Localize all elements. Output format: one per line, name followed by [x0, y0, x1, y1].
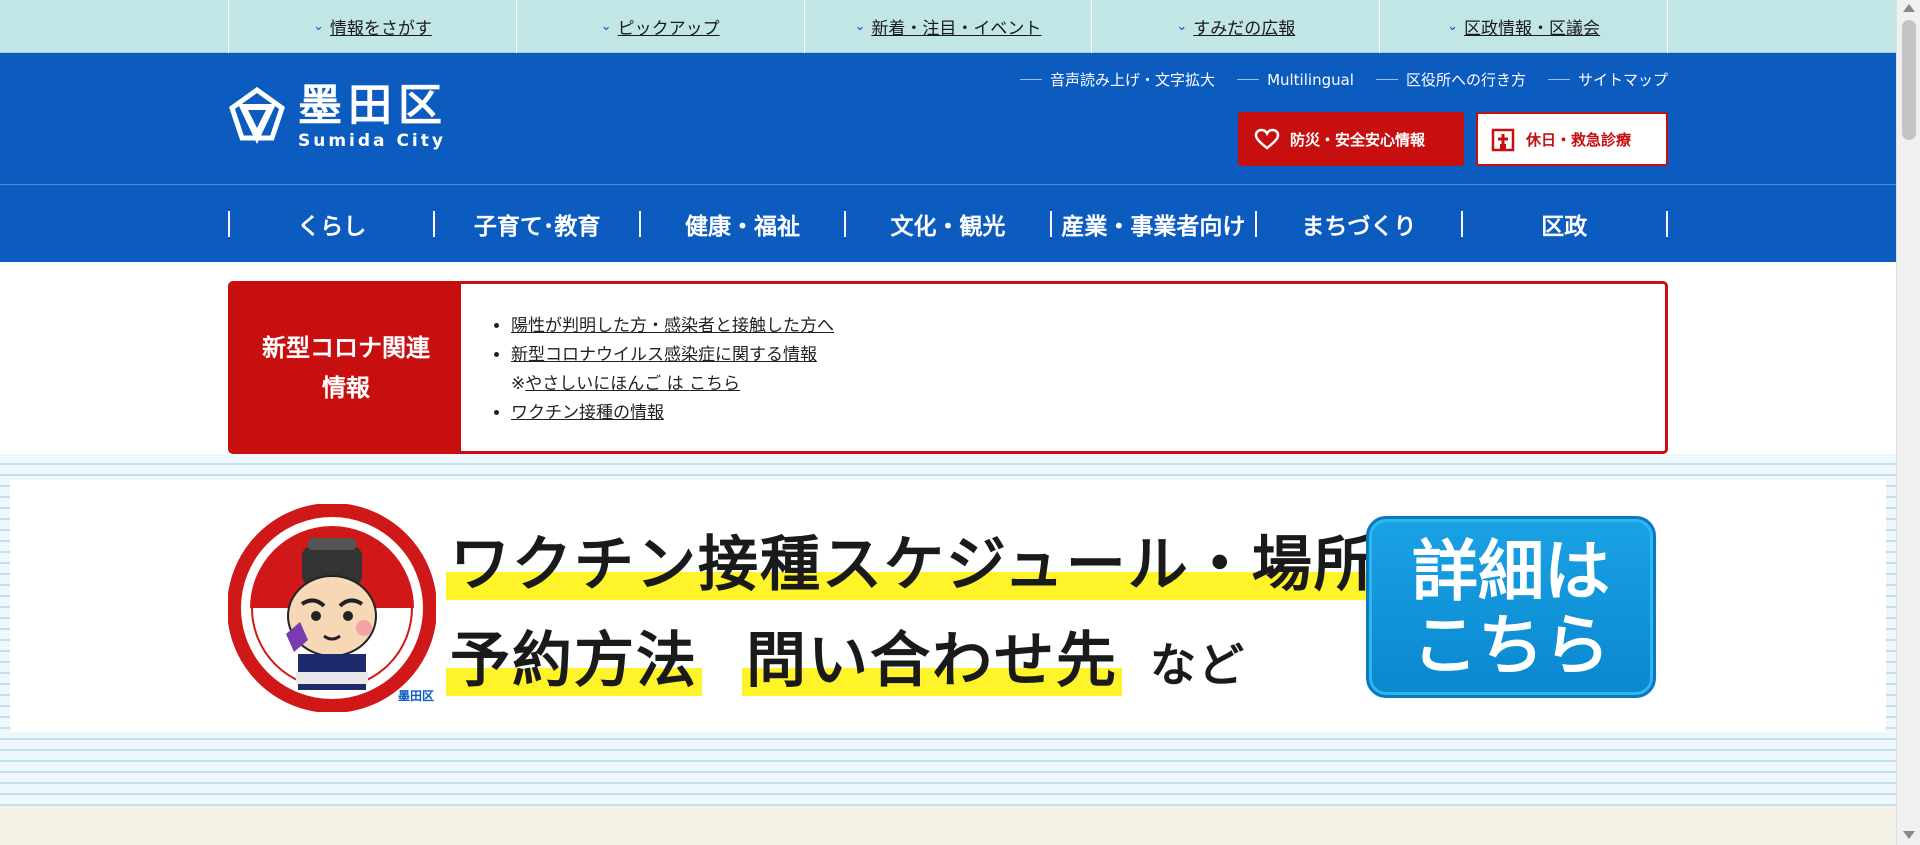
topnav-label[interactable]: ピックアップ [618, 14, 720, 39]
gnav-item-ward-government[interactable]: 区政 [1460, 211, 1668, 240]
gnav-item-living[interactable]: くらし [228, 211, 433, 240]
banner-line1-text: ワクチン接種スケジュール・場所 [446, 530, 1380, 600]
gnav-item-health-welfare[interactable]: 健康・福祉 [638, 211, 844, 240]
gnav-item-town-planning[interactable]: まちづくり [1255, 211, 1460, 240]
link-directions[interactable]: 区役所への行き方 [1375, 69, 1526, 90]
gnav-item-childcare-education[interactable]: 子育て･教育 [433, 211, 638, 240]
global-nav-list: くらし 子育て･教育 健康・福祉 文化・観光 産業・事業者向け まちづくり 区政 [228, 185, 1668, 263]
scroll-thumb[interactable] [1902, 20, 1916, 140]
covid-link-infection-info[interactable]: 新型コロナウイルス感染症に関する情報 [511, 345, 817, 365]
chevron-down-icon: ⌄ [1176, 19, 1188, 34]
logo-english: Sumida City [298, 131, 446, 151]
covid-link-vaccine-info[interactable]: ワクチン接種の情報 [511, 403, 664, 423]
covid-heading-line1: 新型コロナ関連 [262, 333, 430, 362]
logo-text: 墨田区 Sumida City [298, 80, 448, 152]
page-scrollbar[interactable] [1896, 0, 1920, 845]
heart-icon [1254, 128, 1280, 150]
link-label[interactable]: Multilingual [1267, 71, 1354, 89]
content-background-band [0, 806, 1896, 845]
chevron-down-icon: ⌄ [854, 19, 866, 34]
details-button[interactable]: 詳細は こちら [1366, 516, 1656, 698]
dash-divider [1547, 79, 1570, 80]
covid-link-list: 陽性が判明した方・感染者と接触した方へ 新型コロナウイルス感染症に関する情報 ※や… [461, 284, 834, 451]
site-logo[interactable]: 墨田区 Sumida City [228, 83, 448, 151]
link-sitemap[interactable]: サイトマップ [1547, 69, 1668, 90]
dash-divider [1020, 79, 1043, 80]
link-label[interactable]: 音声読み上げ・文字拡大 [1050, 69, 1215, 90]
banner-contact-text: 問い合わせ先 [742, 626, 1122, 696]
topnav-label[interactable]: 新着・注目・イベント [871, 14, 1041, 39]
topnav-item-pickup[interactable]: ⌄ ピックアップ [517, 0, 805, 53]
global-nav: くらし 子育て･教育 健康・福祉 文化・観光 産業・事業者向け まちづくり 区政 [0, 184, 1896, 262]
top-utility-bar: ⌄ 情報をさがす ⌄ ピックアップ ⌄ 新着・注目・イベント ⌄ すみだの広報 ⌄ 区政情… [0, 0, 1896, 53]
chevron-down-icon: ⌄ [312, 19, 324, 34]
gnav-item-business[interactable]: 産業・事業者向け [1049, 211, 1255, 240]
scroll-down-arrow-icon[interactable] [1903, 831, 1915, 839]
banner-line2: 予約方法 問い合わせ先 など [446, 612, 1246, 699]
chevron-down-icon: ⌄ [600, 19, 612, 34]
link-label[interactable]: 区役所への行き方 [1406, 69, 1526, 90]
topnav-item-public-relations[interactable]: ⌄ すみだの広報 [1092, 0, 1381, 53]
list-item: 陽性が判明した方・感染者と接触した方へ [511, 312, 834, 341]
topnav-item-ward-admin[interactable]: ⌄ 区政情報・区議会 [1380, 0, 1668, 53]
vaccine-mascot-image: 墨田区 [228, 504, 436, 712]
disaster-info-button[interactable]: 防災・安全安心情報 [1238, 112, 1464, 166]
covid-link-positive-contacts[interactable]: 陽性が判明した方・感染者と接触した方へ [511, 316, 834, 336]
topnav-label[interactable]: すみだの広報 [1193, 14, 1295, 39]
covid-heading-line2: 情報 [322, 373, 370, 402]
top-utility-nav: ⌄ 情報をさがす ⌄ ピックアップ ⌄ 新着・注目・イベント ⌄ すみだの広報 ⌄ 区政情… [228, 0, 1668, 53]
dash-divider [1375, 79, 1398, 80]
gnav-item-culture-tourism[interactable]: 文化・観光 [844, 211, 1049, 240]
disaster-button-label: 防災・安全安心情報 [1290, 130, 1426, 149]
holiday-clinic-button[interactable]: 休日・救急診療 [1476, 112, 1668, 166]
list-item: ワクチン接種の情報 [511, 399, 834, 428]
mascot-ward-logo: 墨田区 [398, 689, 434, 703]
details-line1: 詳細は [1412, 533, 1610, 610]
banner-reservation-text: 予約方法 [446, 626, 702, 696]
topnav-item-news-events[interactable]: ⌄ 新着・注目・イベント [805, 0, 1093, 53]
link-text-to-speech[interactable]: 音声読み上げ・文字拡大 [1020, 69, 1215, 90]
covid-link-easy-japanese[interactable]: やさしいにほんご は こちら [525, 374, 740, 394]
link-label[interactable]: サイトマップ [1578, 69, 1668, 90]
holiday-button-label: 休日・救急診療 [1526, 130, 1632, 149]
sumida-emblem-icon [229, 86, 285, 144]
logo-japanese: 墨田区 [298, 80, 448, 131]
link-multilingual[interactable]: Multilingual [1237, 69, 1354, 90]
banner-line1: ワクチン接種スケジュール・場所 [446, 516, 1380, 603]
topnav-label[interactable]: 区政情報・区議会 [1464, 14, 1600, 39]
site-header: 墨田区 Sumida City 音声読み上げ・文字拡大 Multilingual… [0, 53, 1896, 184]
sub-prefix: ※ [511, 374, 526, 394]
utility-links: 音声読み上げ・文字拡大 Multilingual 区役所への行き方 サイトマップ [1020, 69, 1668, 90]
list-item: 新型コロナウイルス感染症に関する情報 ※やさしいにほんご は こちら [511, 341, 834, 399]
hospital-icon [1491, 128, 1515, 152]
dash-divider [1237, 79, 1260, 80]
topnav-item-search-info[interactable]: ⌄ 情報をさがす [229, 0, 517, 53]
chevron-down-icon: ⌄ [1447, 19, 1459, 34]
topnav-label[interactable]: 情報をさがす [330, 14, 432, 39]
scroll-up-arrow-icon[interactable] [1903, 4, 1915, 12]
details-line2: こちら [1412, 607, 1610, 684]
banner-etc-text: など [1150, 638, 1246, 692]
covid-notice-box: 新型コロナ関連 情報 陽性が判明した方・感染者と接触した方へ 新型コロナウイルス… [228, 281, 1668, 454]
covid-notice-heading: 新型コロナ関連 情報 [231, 284, 461, 451]
